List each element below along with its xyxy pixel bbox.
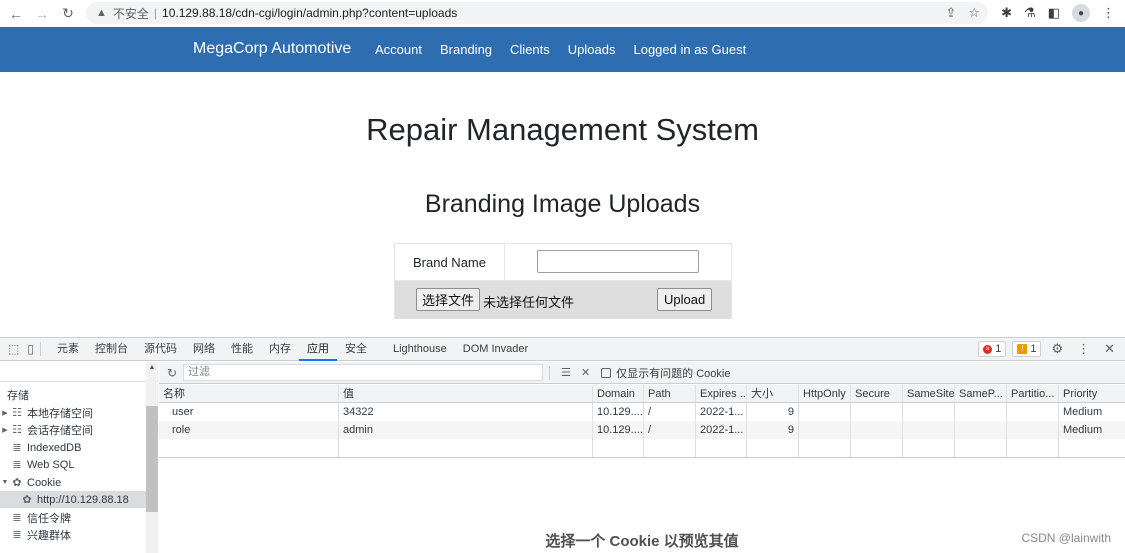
profile-avatar-icon[interactable]: ● bbox=[1072, 4, 1090, 22]
brand-name-input[interactable] bbox=[537, 250, 699, 273]
expand-arrow-icon[interactable]: ▶ bbox=[0, 409, 10, 417]
cookie-toolbar: ↻ 过滤 ☰ ✕ 仅显示有问题的 Cookie bbox=[159, 362, 1125, 384]
grid-icon: ☷ bbox=[12, 424, 22, 436]
sidebar-item-trust-tokens[interactable]: ≣ 信任令牌 bbox=[0, 509, 146, 526]
only-issues-label: 仅显示有问题的 Cookie bbox=[616, 367, 731, 380]
database-icon: ≣ bbox=[12, 512, 22, 524]
upload-button[interactable]: Upload bbox=[657, 288, 713, 311]
forward-button[interactable]: → bbox=[32, 6, 52, 22]
column-header[interactable]: Domain bbox=[593, 385, 644, 402]
tab-security[interactable]: 安全 bbox=[337, 338, 375, 360]
upload-form: Brand Name 选择文件 未选择任何文件 Upload bbox=[394, 243, 732, 319]
column-header[interactable]: SameP... bbox=[955, 385, 1007, 402]
choose-file-button[interactable]: 选择文件 bbox=[416, 288, 481, 311]
table-row[interactable]: user 34322 10.129.... / 2022-1... 9 Medi… bbox=[159, 403, 1125, 421]
grid-icon: ☷ bbox=[12, 407, 22, 419]
sidebar-item-web-sql[interactable]: ≣ Web SQL bbox=[0, 456, 146, 473]
cookie-icon: ✿ bbox=[12, 477, 22, 489]
site-navbar: MegaCorp Automotive Account Branding Cli… bbox=[0, 27, 1125, 72]
tab-performance[interactable]: 性能 bbox=[223, 338, 261, 360]
table-row-empty bbox=[159, 439, 1125, 457]
sidebar-item-interest-groups[interactable]: ≣ 兴趣群体 bbox=[0, 526, 146, 543]
database-icon: ≣ bbox=[12, 442, 22, 454]
clear-filtered-cookies-icon[interactable]: ☰ bbox=[561, 366, 571, 379]
url-text[interactable]: 10.129.88.18/cdn-cgi/login/admin.php?con… bbox=[162, 6, 457, 20]
device-toolbar-icon[interactable]: ▯ bbox=[27, 342, 34, 356]
security-label: 不安全 bbox=[112, 6, 149, 21]
database-icon: ≣ bbox=[12, 529, 22, 541]
column-header[interactable]: SameSite bbox=[903, 385, 955, 402]
only-issues-checkbox[interactable] bbox=[601, 367, 612, 378]
warning-count-badge[interactable]: ! 1 bbox=[1012, 341, 1042, 357]
column-header[interactable]: HttpOnly bbox=[799, 385, 851, 402]
labs-flask-icon[interactable]: ⚗ bbox=[1024, 5, 1036, 21]
back-button[interactable]: ← bbox=[6, 6, 26, 22]
filter-input[interactable]: 过滤 bbox=[183, 364, 544, 381]
column-header[interactable]: Priority bbox=[1059, 385, 1125, 402]
column-header[interactable]: 名称 bbox=[159, 385, 339, 402]
tab-lighthouse[interactable]: Lighthouse bbox=[385, 338, 455, 360]
application-sidebar: 存储 ▶ ☷ 本地存储空间 ▶ ☷ 会话存储空间 ≣ IndexedDB ≣ Web SQL… bbox=[0, 362, 158, 553]
more-options-icon[interactable]: ⋮ bbox=[1073, 341, 1094, 357]
table-row[interactable]: role admin 10.129.... / 2022-1... 9 Medi… bbox=[159, 421, 1125, 439]
close-devtools-icon[interactable]: ✕ bbox=[1100, 341, 1119, 357]
page-title: Repair Management System bbox=[366, 112, 759, 147]
nav-branding[interactable]: Branding bbox=[440, 42, 492, 57]
sidebar-scroll-thumb[interactable] bbox=[146, 406, 158, 512]
browser-toolbar: ← → ↻ ▲ 不安全 | 10.129.88.18/cdn-cgi/login… bbox=[0, 0, 1125, 27]
site-brand[interactable]: MegaCorp Automotive bbox=[193, 40, 351, 58]
column-header[interactable]: Secure bbox=[851, 385, 903, 402]
sidebar-item-local-storage[interactable]: ▶ ☷ 本地存储空间 bbox=[0, 404, 146, 421]
column-header[interactable]: 值 bbox=[339, 385, 593, 402]
nav-logged-in-status[interactable]: Logged in as Guest bbox=[633, 42, 746, 57]
collapse-arrow-icon[interactable]: ▼ bbox=[0, 479, 10, 486]
cookie-preview-hint: 选择一个 Cookie 以预览其值 bbox=[545, 533, 739, 550]
sidebar-item-session-storage[interactable]: ▶ ☷ 会话存储空间 bbox=[0, 421, 146, 438]
sidebar-item-cookie[interactable]: ▼ ✿ Cookie bbox=[0, 474, 146, 491]
column-header[interactable]: 大小 bbox=[747, 385, 799, 402]
scroll-up-arrow-icon[interactable]: ▲ bbox=[146, 364, 158, 371]
nav-account[interactable]: Account bbox=[375, 42, 422, 57]
warning-icon: ! bbox=[1017, 344, 1028, 354]
delete-selected-icon[interactable]: ✕ bbox=[581, 366, 590, 379]
tab-dom-invader[interactable]: DOM Invader bbox=[455, 338, 536, 360]
table-header-row: 名称 值 Domain Path Expires ... 大小 HttpOnly… bbox=[159, 385, 1125, 403]
side-panel-icon[interactable]: ◧ bbox=[1048, 5, 1060, 21]
page-subtitle: Branding Image Uploads bbox=[424, 190, 701, 218]
bookmark-star-icon[interactable]: ☆ bbox=[968, 5, 980, 21]
error-count-badge[interactable]: × 1 bbox=[978, 341, 1007, 357]
watermark: CSDN @lainwith bbox=[1021, 531, 1111, 545]
column-header[interactable]: Partitio... bbox=[1007, 385, 1059, 402]
column-header[interactable]: Path bbox=[644, 385, 696, 402]
error-icon: × bbox=[983, 344, 993, 354]
cookie-icon: ✿ bbox=[22, 494, 32, 506]
tab-console[interactable]: 控制台 bbox=[87, 338, 136, 360]
inspect-element-icon[interactable]: ⬚ bbox=[8, 342, 19, 356]
database-icon: ≣ bbox=[12, 459, 22, 471]
extensions-icon[interactable]: ✱ bbox=[1001, 5, 1012, 21]
tab-sources[interactable]: 源代码 bbox=[136, 338, 185, 360]
tab-memory[interactable]: 内存 bbox=[261, 338, 299, 360]
refresh-icon[interactable]: ↻ bbox=[167, 366, 177, 380]
tab-elements[interactable]: 元素 bbox=[49, 338, 87, 360]
sidebar-item-cookie-origin[interactable]: ✿ http://10.129.88.18 bbox=[0, 491, 146, 508]
tab-network[interactable]: 网络 bbox=[185, 338, 223, 360]
sidebar-item-indexeddb[interactable]: ≣ IndexedDB bbox=[0, 439, 146, 456]
address-bar[interactable]: ▲ 不安全 | 10.129.88.18/cdn-cgi/login/admin… bbox=[86, 2, 988, 24]
reload-button[interactable]: ↻ bbox=[58, 5, 78, 22]
warning-icon: ▲ bbox=[96, 7, 107, 19]
tab-application[interactable]: 应用 bbox=[298, 338, 337, 361]
nav-clients[interactable]: Clients bbox=[510, 42, 550, 57]
devtools-tabbar: ⬚ ▯ 元素 控制台 源代码 网络 性能 内存 应用 安全 Lighthouse… bbox=[0, 337, 1125, 361]
column-header[interactable]: Expires ... bbox=[696, 385, 747, 402]
file-status: 未选择任何文件 bbox=[483, 295, 575, 310]
share-icon[interactable]: ⇪ bbox=[945, 5, 956, 21]
nav-uploads[interactable]: Uploads bbox=[568, 42, 616, 57]
menu-kebab-icon[interactable]: ⋮ bbox=[1102, 5, 1115, 21]
expand-arrow-icon[interactable]: ▶ bbox=[0, 426, 10, 434]
settings-gear-icon[interactable]: ⚙ bbox=[1047, 341, 1067, 357]
storage-section-heading: 存储 bbox=[7, 390, 29, 402]
brand-name-label: Brand Name bbox=[395, 244, 505, 280]
cookie-table: 名称 值 Domain Path Expires ... 大小 HttpOnly… bbox=[159, 385, 1125, 458]
